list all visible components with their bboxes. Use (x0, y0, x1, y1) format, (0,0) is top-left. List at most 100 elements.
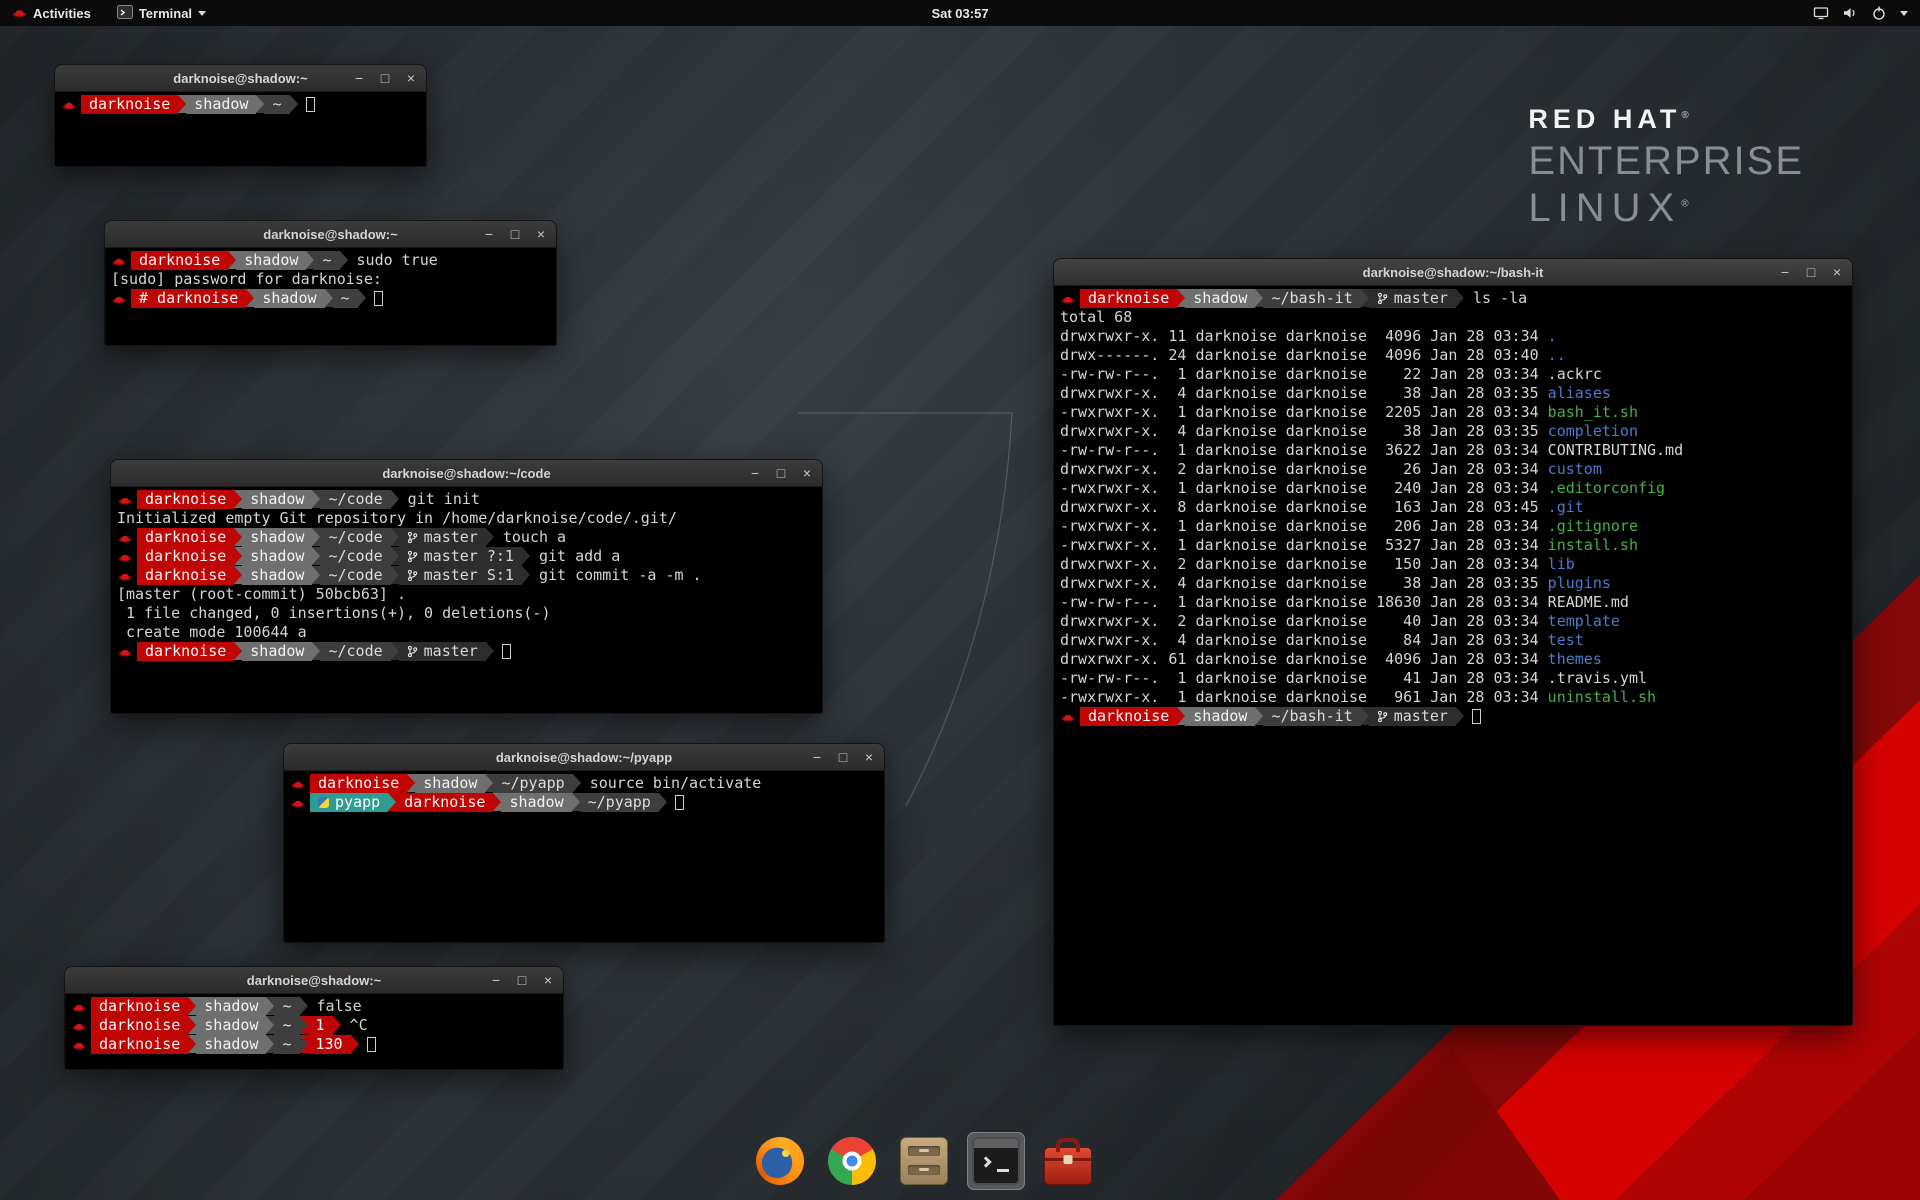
maximize-button[interactable]: □ (772, 460, 790, 487)
prompt-segment-text: ~/code (328, 490, 382, 508)
prompt-segment-text: master (424, 642, 478, 660)
dock-item-chrome[interactable] (823, 1132, 881, 1190)
dock-item-firefox[interactable] (751, 1132, 809, 1190)
powerline-arrow-icon (300, 1035, 308, 1053)
window-titlebar[interactable]: darknoise@shadow:~/bash-it−□ × (1054, 259, 1852, 286)
terminal-line: -rwxrwxr-x. 1 darknoise darknoise 5327 J… (1060, 536, 1850, 555)
terminal-line: -rwxrwxr-x. 1 darknoise darknoise 2205 J… (1060, 403, 1850, 422)
window-titlebar[interactable]: darknoise@shadow:~/pyapp−□× (284, 744, 884, 771)
prompt-segment-text: ~ (322, 251, 331, 269)
prompt-segment-path: ~ (274, 1016, 299, 1035)
close-button[interactable]: × (1828, 259, 1846, 286)
powerline-arrow-icon (573, 774, 581, 792)
prompt-segment-user: darknoise (91, 1035, 188, 1054)
power-icon[interactable] (1871, 5, 1887, 21)
terminal-line: darknoiseshadow~ false (71, 997, 561, 1016)
terminal-content[interactable]: darknoiseshadow~/code git initInitialize… (111, 487, 822, 661)
output-text: test (1548, 631, 1584, 649)
dock-item-terminal[interactable] (967, 1132, 1025, 1190)
prompt-segment-user: darknoise (1080, 289, 1177, 308)
prompt-segment-path: ~ (314, 251, 339, 270)
terminal-line: -rw-rw-r--. 1 darknoise darknoise 18630 … (1060, 593, 1850, 612)
redhat-prompt-icon (62, 95, 76, 114)
prompt-segment-text: darknoise (318, 774, 399, 792)
prompt-segment-path: ~/code (320, 566, 390, 585)
maximize-button[interactable]: □ (513, 967, 531, 994)
minimize-button[interactable]: − (480, 221, 498, 248)
prompt-segment-text: ~ (272, 95, 281, 113)
terminal-content[interactable]: darknoiseshadow~ (55, 92, 426, 114)
clock[interactable]: Sat 03:57 (931, 6, 988, 21)
minimize-button[interactable]: − (350, 65, 368, 92)
powerline-arrow-icon (300, 997, 308, 1015)
display-icon[interactable] (1813, 5, 1829, 21)
output-text: aliases (1548, 384, 1611, 402)
prompt-segment-path: ~/code (320, 528, 390, 547)
terminal-line: drwxrwxr-x. 2 darknoise darknoise 40 Jan… (1060, 612, 1850, 631)
output-text: total 68 (1060, 308, 1132, 326)
close-button[interactable]: × (402, 65, 420, 92)
activities-button[interactable]: Activities (8, 0, 95, 26)
terminal-window: darknoise@shadow:~−□×darknoiseshadow~ su… (104, 220, 557, 346)
app-menu-terminal[interactable]: Terminal (113, 0, 210, 26)
powerline-arrow-icon (234, 528, 242, 546)
terminal-content[interactable]: darknoiseshadow~ sudo true[sudo] passwor… (105, 248, 556, 308)
minimize-button[interactable]: − (746, 460, 764, 487)
redhat-prompt-icon (112, 251, 126, 270)
prompt-segment-path: ~/pyapp (493, 774, 572, 793)
dock-item-app-grid[interactable] (1111, 1132, 1169, 1190)
terminal-line: darknoiseshadow~/codemaster touch a (117, 528, 820, 547)
prompt-segment-text: ~/pyapp (501, 774, 564, 792)
prompt-segment-user: darknoise (1080, 707, 1177, 726)
window-titlebar[interactable]: darknoise@shadow:~−□× (105, 221, 556, 248)
powerline-arrow-icon (234, 566, 242, 584)
minimize-button[interactable]: − (808, 744, 826, 771)
redhat-prompt-icon (1061, 289, 1075, 308)
terminal-content[interactable]: darknoiseshadow~/bash-itmaster ls -latot… (1054, 286, 1852, 726)
terminal-line: darknoiseshadow~/bash-itmaster (1060, 707, 1850, 726)
close-button[interactable]: × (798, 460, 816, 487)
powerline-arrow-icon (522, 547, 530, 565)
powerline-arrow-icon (266, 1035, 274, 1053)
prompt-segment-path: ~/code (320, 547, 390, 566)
window-titlebar[interactable]: darknoise@shadow:~−□× (65, 967, 563, 994)
output-text: drwxrwxr-x. 2 darknoise darknoise 40 Jan… (1060, 612, 1548, 630)
minimize-button[interactable]: − (487, 967, 505, 994)
maximize-button[interactable]: □ (376, 65, 394, 92)
window-controls: −□ × (746, 460, 816, 487)
maximize-button[interactable]: □ (834, 744, 852, 771)
activities-label: Activities (33, 6, 91, 21)
window-titlebar[interactable]: darknoise@shadow:~/code−□× (111, 460, 822, 487)
dock (741, 1128, 1179, 1194)
maximize-button[interactable]: □ (506, 221, 524, 248)
terminal-window: darknoise@shadow:~/code−□×darknoiseshado… (110, 459, 823, 714)
terminal-app-icon (117, 4, 133, 23)
close-button[interactable]: × (532, 221, 550, 248)
close-button[interactable]: × (539, 967, 557, 994)
dock-item-toolbox[interactable] (1039, 1132, 1097, 1190)
volume-icon[interactable] (1842, 5, 1858, 21)
output-text: create mode 100644 a (117, 623, 307, 641)
dock-item-files[interactable] (895, 1132, 953, 1190)
command-text: git commit -a -m . (530, 566, 702, 584)
terminal-line: pyappdarknoiseshadow~/pyapp (290, 793, 882, 812)
close-button[interactable]: × (860, 744, 878, 771)
window-titlebar[interactable]: darknoise@shadow:~−□× (55, 65, 426, 92)
terminal-content[interactable]: darknoiseshadow~ falsedarknoiseshadow~1 … (65, 994, 563, 1054)
output-text: drwx------. 24 darknoise darknoise 4096 … (1060, 346, 1548, 364)
git-branch-icon (407, 528, 418, 547)
prompt-segment-path: ~/pyapp (580, 793, 659, 812)
prompt-segment-user: darknoise (137, 528, 234, 547)
terminal-content[interactable]: darknoiseshadow~/pyapp source bin/activa… (284, 771, 884, 812)
minimize-button[interactable]: − (1776, 259, 1794, 286)
maximize-button[interactable]: □ (1802, 259, 1820, 286)
caret-down-icon (198, 11, 206, 16)
caret-down-icon[interactable] (1900, 11, 1908, 16)
prompt-segment-host: shadow (242, 547, 312, 566)
output-text: -rwxrwxr-x. 1 darknoise darknoise 2205 J… (1060, 403, 1548, 421)
prompt-segment-text: darknoise (1088, 289, 1169, 307)
window-title: darknoise@shadow:~/bash-it (1054, 259, 1852, 286)
powerline-arrow-icon (522, 566, 530, 584)
output-text: -rw-rw-r--. 1 darknoise darknoise 22 Jan… (1060, 365, 1602, 383)
output-text: drwxrwxr-x. 61 darknoise darknoise 4096 … (1060, 650, 1548, 668)
